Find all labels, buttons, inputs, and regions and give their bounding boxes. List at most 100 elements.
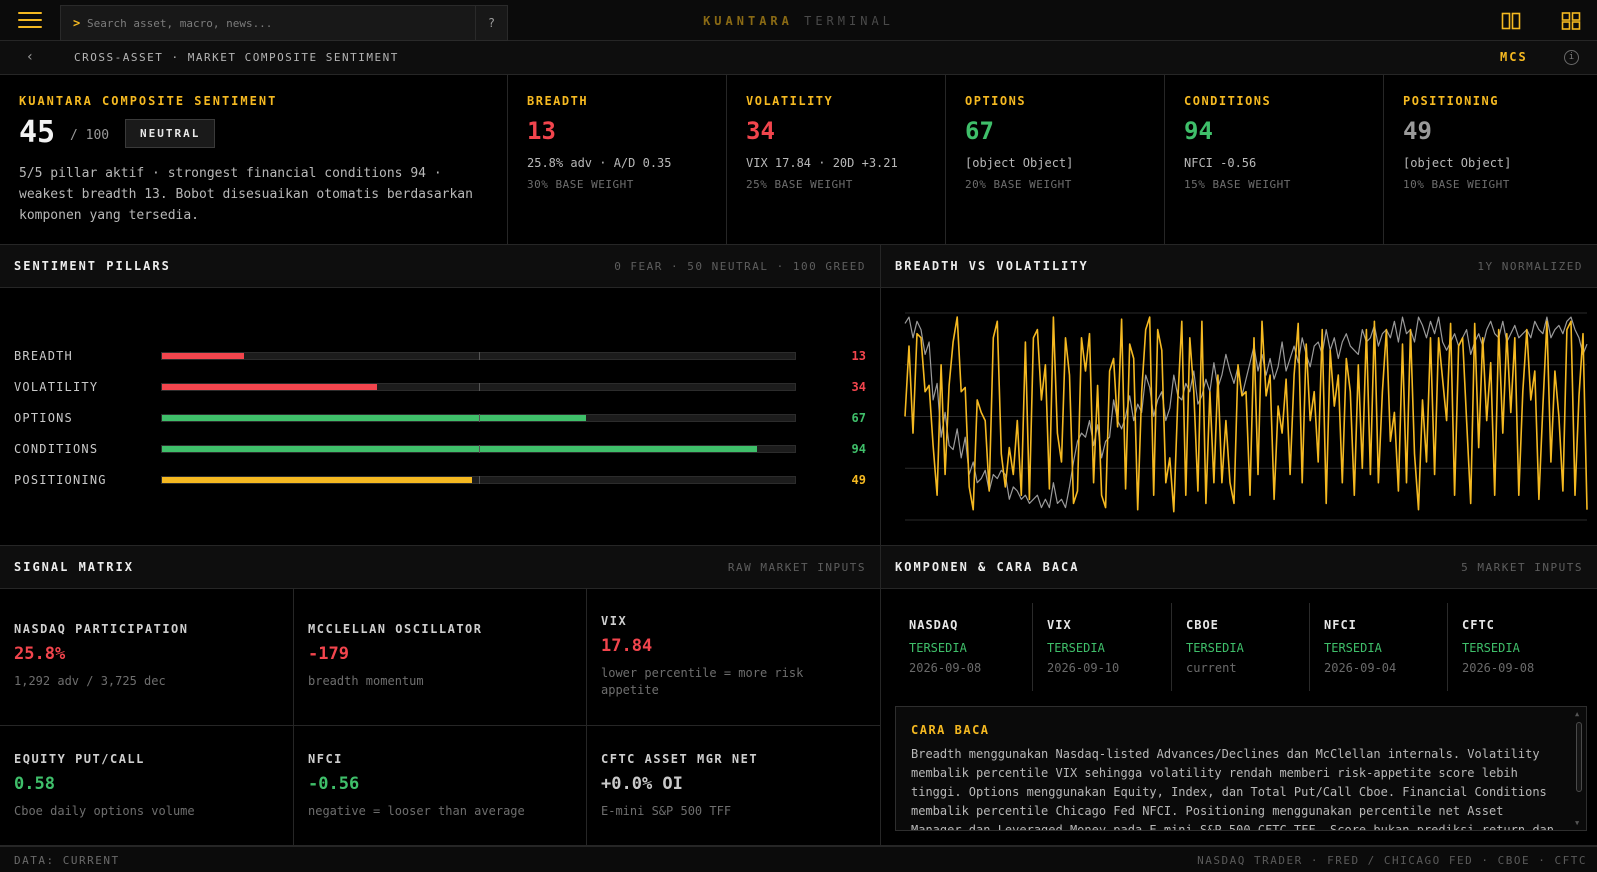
component-status: TERSEDIA xyxy=(1047,641,1105,655)
pillar-card-options: OPTIONS 67 [object Object] 20% BASE WEIG… xyxy=(946,75,1165,245)
signal-note: Cboe daily options volume xyxy=(14,804,195,818)
pillar-bar-value: 94 xyxy=(851,442,866,456)
split-view-icon[interactable] xyxy=(1501,12,1521,30)
pillar-weight: 25% BASE WEIGHT xyxy=(746,178,853,191)
signal-title: EQUITY PUT/CALL xyxy=(14,752,145,766)
signal-note: negative = looser than average xyxy=(308,804,525,818)
pillar-bar-track xyxy=(161,445,796,453)
panel-scale: 0 FEAR · 50 NEUTRAL · 100 GREED xyxy=(614,260,866,273)
search-prompt: > xyxy=(73,16,81,30)
scrollbar[interactable]: ▲ ▼ xyxy=(1573,708,1585,829)
component-date: 2026-09-04 xyxy=(1324,661,1397,675)
composite-title: KUANTARA COMPOSITE SENTIMENT xyxy=(19,94,278,108)
scroll-up-icon[interactable]: ▲ xyxy=(1575,710,1579,718)
top-bar: > ? KUANTARA TERMINAL xyxy=(0,0,1597,41)
composite-card: KUANTARA COMPOSITE SENTIMENT 45 / 100 NE… xyxy=(0,75,508,245)
component-cftc: CFTC TERSEDIA 2026-09-08 xyxy=(1448,603,1587,691)
signal-note: E-mini S&P 500 TFF xyxy=(601,804,732,818)
how-to-read-title: CARA BACA xyxy=(911,723,990,737)
pillar-card-breadth: BREADTH 13 25.8% adv · A/D 0.35 30% BASE… xyxy=(508,75,727,245)
component-status: TERSEDIA xyxy=(909,641,967,655)
grid-view-icon[interactable] xyxy=(1561,12,1581,30)
pillar-weight: 10% BASE WEIGHT xyxy=(1403,178,1510,191)
pillar-card-conditions: CONDITIONS 94 NFCI -0.56 15% BASE WEIGHT xyxy=(1165,75,1384,245)
component-name: CFTC xyxy=(1462,618,1495,632)
pillar-score: 49 xyxy=(1403,117,1432,145)
pillar-bar-fill xyxy=(162,446,758,452)
panel-title: SIGNAL MATRIX xyxy=(14,560,134,574)
composite-max: / 100 xyxy=(70,128,110,143)
panel-header: SENTIMENT PILLARS 0 FEAR · 50 NEUTRAL · … xyxy=(0,245,880,288)
pillar-bar-label: CONDITIONS xyxy=(14,442,99,456)
pillar-score: 94 xyxy=(1184,117,1213,145)
neutral-marker xyxy=(479,445,480,453)
component-name: NFCI xyxy=(1324,618,1357,632)
pillar-bar-row: BREADTH 13 xyxy=(0,346,880,366)
scroll-down-icon[interactable]: ▼ xyxy=(1575,819,1579,827)
component-cboe: CBOE TERSEDIA current xyxy=(1172,603,1310,691)
panel-subtitle: RAW MARKET INPUTS xyxy=(727,561,866,574)
signal-title: CFTC ASSET MGR NET xyxy=(601,752,759,766)
pillar-bar-fill xyxy=(162,477,473,483)
pillar-bar-label: VOLATILITY xyxy=(14,380,99,394)
signal-cell-mcclellan: MCCLELLAN OSCILLATOR -179 breadth moment… xyxy=(294,589,587,726)
pillar-title: POSITIONING xyxy=(1403,94,1499,108)
pillar-bar-value: 67 xyxy=(851,411,866,425)
panel-title: KOMPONEN & CARA BACA xyxy=(895,560,1080,574)
pillar-bar-track xyxy=(161,352,796,360)
how-to-read-body: Breadth menggunakan Nasdaq-listed Advanc… xyxy=(911,747,1554,831)
signal-value: +0.0% OI xyxy=(601,774,683,794)
menu-icon[interactable] xyxy=(18,12,42,30)
panel-header: BREADTH VS VOLATILITY 1Y NORMALIZED xyxy=(881,245,1597,288)
help-button[interactable]: ? xyxy=(475,6,507,40)
pillar-detail: VIX 17.84 · 20D +3.21 xyxy=(746,156,898,170)
pillar-bar-row: VOLATILITY 34 xyxy=(0,377,880,397)
signal-value: 17.84 xyxy=(601,636,653,656)
scroll-thumb[interactable] xyxy=(1576,722,1582,792)
component-status: TERSEDIA xyxy=(1324,641,1382,655)
how-to-read-box[interactable]: CARA BACA Breadth menggunakan Nasdaq-lis… xyxy=(895,706,1587,831)
panel-title: SENTIMENT PILLARS xyxy=(14,259,171,273)
pillar-card-positioning: POSITIONING 49 [object Object] 10% BASE … xyxy=(1384,75,1597,245)
status-badge: NEUTRAL xyxy=(125,119,216,148)
signal-cell-cftc: CFTC ASSET MGR NET +0.0% OI E-mini S&P 5… xyxy=(587,726,881,846)
component-status: TERSEDIA xyxy=(1186,641,1244,655)
signal-title: MCCLELLAN OSCILLATOR xyxy=(308,622,483,636)
status-footer: DATA: CURRENT NASDAQ TRADER · FRED / CHI… xyxy=(0,846,1597,872)
signal-title: VIX xyxy=(601,614,628,628)
signal-value: -0.56 xyxy=(308,774,360,794)
data-status: DATA: CURRENT xyxy=(14,854,120,867)
pillar-title: OPTIONS xyxy=(965,94,1027,108)
breadcrumb-bar: ‹ CROSS-ASSET · MARKET COMPOSITE SENTIME… xyxy=(0,41,1597,75)
neutral-marker xyxy=(479,352,480,360)
pillar-title: VOLATILITY xyxy=(746,94,834,108)
back-icon[interactable]: ‹ xyxy=(22,49,38,67)
pillar-bar-track xyxy=(161,476,796,484)
info-icon[interactable]: i xyxy=(1564,50,1579,65)
panel-subtitle: 1Y NORMALIZED xyxy=(1477,260,1583,273)
component-name: CBOE xyxy=(1186,618,1219,632)
module-code: MCS xyxy=(1500,50,1528,64)
pillar-detail: [object Object] xyxy=(1403,156,1512,170)
pillar-card-volatility: VOLATILITY 34 VIX 17.84 · 20D +3.21 25% … xyxy=(727,75,946,245)
pillar-score: 67 xyxy=(965,117,994,145)
signal-value: -179 xyxy=(308,644,349,664)
pillar-bar-label: BREADTH xyxy=(14,349,73,363)
pillar-bar-fill xyxy=(162,415,587,421)
breadcrumb: CROSS-ASSET · MARKET COMPOSITE SENTIMENT xyxy=(74,51,399,64)
pillar-bar-track xyxy=(161,383,796,391)
panel-title: BREADTH VS VOLATILITY xyxy=(895,259,1089,273)
pillar-bar-value: 49 xyxy=(851,473,866,487)
search-box[interactable]: > ? xyxy=(60,5,508,41)
component-status: TERSEDIA xyxy=(1462,641,1520,655)
pillar-title: BREADTH xyxy=(527,94,589,108)
brand-primary: KUANTARA xyxy=(703,14,793,28)
pillar-score: 34 xyxy=(746,117,775,145)
component-name: NASDAQ xyxy=(909,618,959,632)
signal-value: 25.8% xyxy=(14,644,66,664)
search-input[interactable] xyxy=(87,6,467,40)
pillar-bar-row: CONDITIONS 94 xyxy=(0,439,880,459)
pillar-score: 13 xyxy=(527,117,556,145)
signal-cell-vix: VIX 17.84 lower percentile = more risk a… xyxy=(587,589,881,726)
signal-value: 0.58 xyxy=(14,774,55,794)
